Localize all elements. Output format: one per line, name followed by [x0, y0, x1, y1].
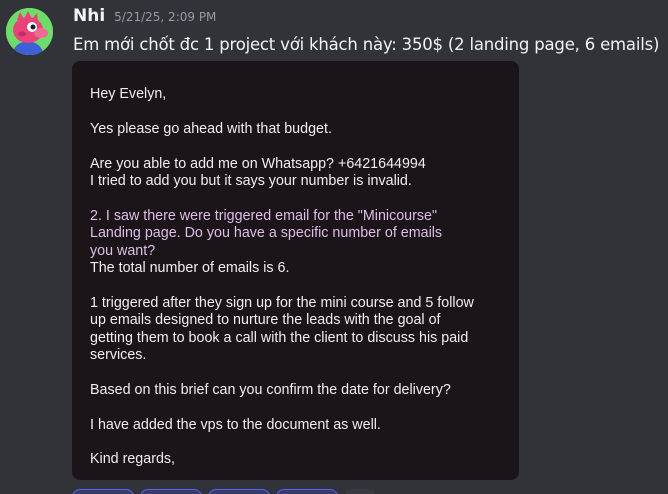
email-closing: Kind regards,	[90, 451, 176, 468]
message-timestamp: 5/21/25, 2:09 PM	[114, 10, 217, 24]
email-greeting: Hey Evelyn,	[90, 86, 167, 102]
email-line: up emails designed to nurture the leads …	[90, 312, 441, 329]
email-line: I have added the vps to the document as …	[90, 416, 381, 433]
add-reaction-button[interactable]	[344, 489, 376, 494]
reaction-button[interactable]	[72, 489, 134, 494]
email-line: services.	[90, 347, 147, 364]
email-line: Are you able to add me on Whatsapp? +642…	[90, 155, 426, 172]
email-line: 1 triggered after they sign up for the m…	[90, 294, 474, 311]
avatar[interactable]	[6, 8, 53, 55]
email-paragraph: Are you able to add me on Whatsapp? +642…	[90, 156, 510, 191]
email-paragraph: 2. I saw there were triggered email for …	[90, 208, 510, 278]
reaction-bar	[72, 489, 376, 494]
image-attachment[interactable]: Hey Evelyn, Yes please go ahead with tha…	[72, 61, 519, 480]
username[interactable]: Nhi	[73, 6, 105, 26]
quoted-line: you want?	[90, 242, 156, 259]
reaction-button[interactable]	[140, 489, 202, 494]
message-text: Em mới chốt đc 1 project với khách này: …	[73, 35, 660, 54]
email-line: The total number of emails is 6.	[90, 260, 290, 277]
email-paragraph: 1 triggered after they sign up for the m…	[90, 295, 510, 365]
email-line: Yes please go ahead with that budget.	[90, 120, 332, 137]
email-line: Based on this brief can you confirm the …	[90, 381, 451, 398]
message-header: Nhi 5/21/25, 2:09 PM	[73, 6, 216, 30]
chat-message: Nhi 5/21/25, 2:09 PM Em mới chốt đc 1 pr…	[0, 0, 668, 494]
reaction-button[interactable]	[276, 489, 338, 494]
email-line: I tried to add you but it says your numb…	[90, 173, 412, 189]
quoted-line: 2. I saw there were triggered email for …	[90, 207, 438, 224]
quoted-line: Landing page. Do you have a specific num…	[90, 225, 443, 242]
email-screenshot: Hey Evelyn, Yes please go ahead with tha…	[90, 86, 510, 480]
reaction-button[interactable]	[208, 489, 270, 494]
avatar-character-icon	[6, 8, 53, 55]
email-line: getting them to book a call with the cli…	[90, 329, 469, 346]
